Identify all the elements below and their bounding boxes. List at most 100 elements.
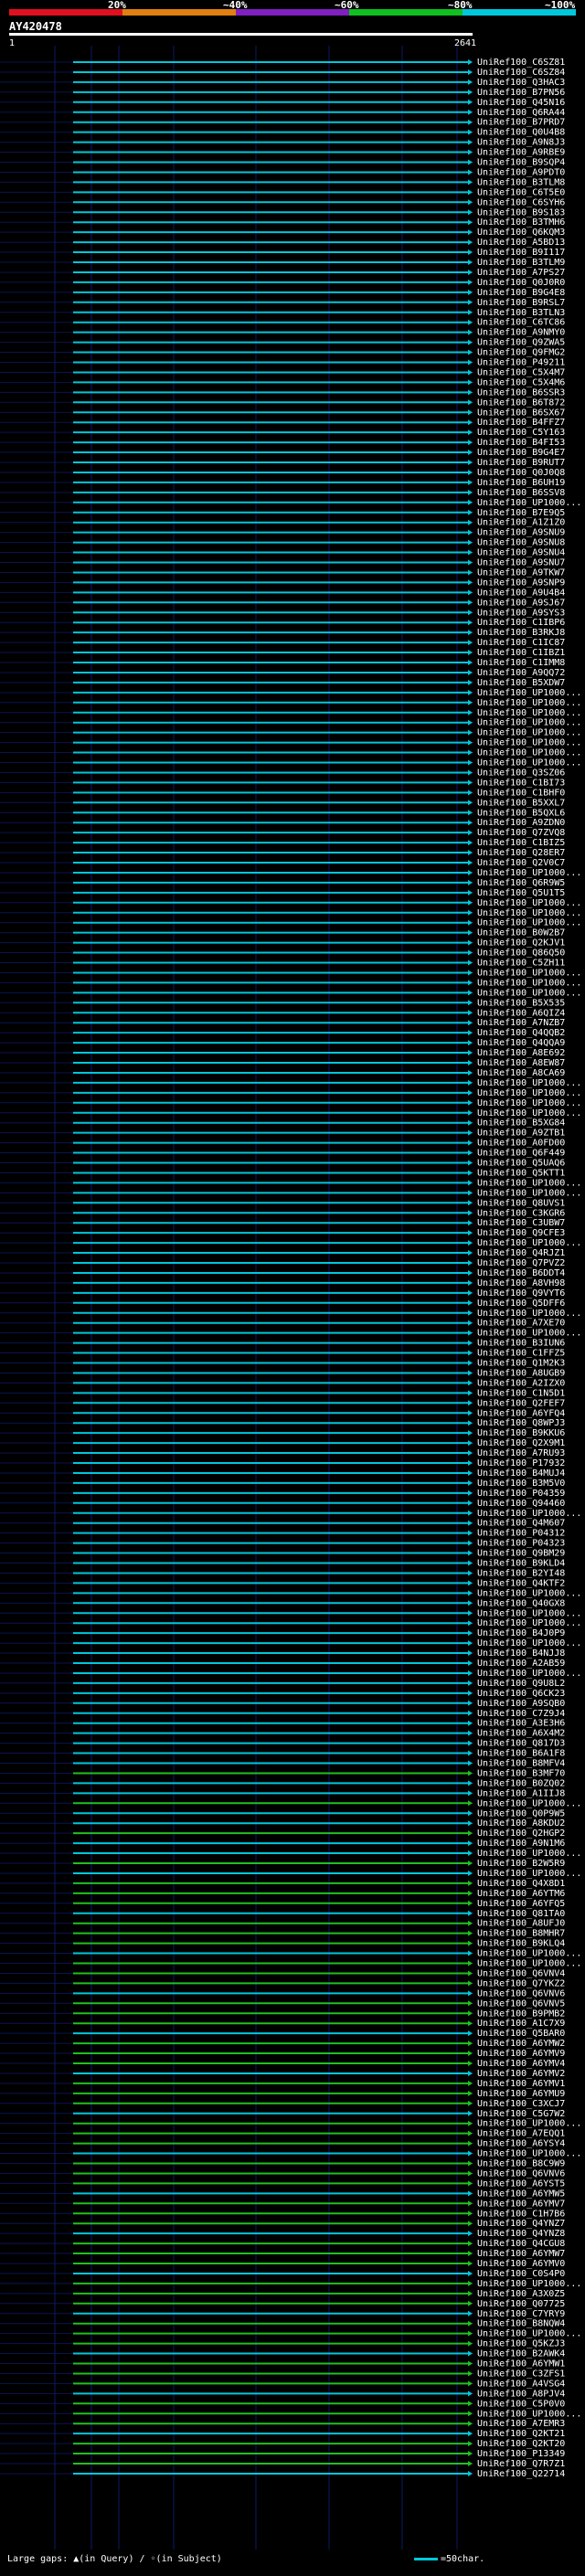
hit-accession-link[interactable]: UniRef100_Q4QQA9 <box>477 1038 565 1048</box>
hit-accession-link[interactable]: UniRef100_B9S183 <box>477 207 565 217</box>
hit-accession-link[interactable]: UniRef100_Q9FMG2 <box>477 348 565 358</box>
hit-accession-link[interactable]: UniRef100_A9PDT0 <box>477 167 565 177</box>
hit-accession-link[interactable]: UniRef100_UP1000... <box>477 868 581 878</box>
hit-accession-link[interactable]: UniRef100_B9KLQ4 <box>477 1939 565 1949</box>
hit-accession-link[interactable]: UniRef100_UP1000... <box>477 2119 581 2129</box>
hit-accession-link[interactable]: UniRef100_UP1000... <box>477 1638 581 1648</box>
hit-accession-link[interactable]: UniRef100_Q5DFF6 <box>477 1299 565 1309</box>
hit-accession-link[interactable]: UniRef100_A4VSG4 <box>477 2379 565 2389</box>
hit-accession-link[interactable]: UniRef100_UP1000... <box>477 698 581 708</box>
hit-accession-link[interactable]: UniRef100_UP1000... <box>477 708 581 718</box>
hit-accession-link[interactable]: UniRef100_C3KGR6 <box>477 1208 565 1218</box>
hit-accession-link[interactable]: UniRef100_A9N8J3 <box>477 138 565 148</box>
hit-accession-link[interactable]: UniRef100_Q22714 <box>477 2469 565 2479</box>
hit-accession-link[interactable]: UniRef100_Q4QQB2 <box>477 1028 565 1038</box>
hit-accession-link[interactable]: UniRef100_A1IIJ8 <box>477 1788 565 1798</box>
hit-accession-link[interactable]: UniRef100_UP1000... <box>477 1108 581 1118</box>
hit-accession-link[interactable]: UniRef100_C5Y163 <box>477 428 565 438</box>
hit-accession-link[interactable]: UniRef100_Q3HAC3 <box>477 78 565 88</box>
hit-accession-link[interactable]: UniRef100_Q0J0Q8 <box>477 468 565 478</box>
hit-accession-link[interactable]: UniRef100_UP1000... <box>477 498 581 508</box>
hit-accession-link[interactable]: UniRef100_UP1000... <box>477 1098 581 1108</box>
hit-accession-link[interactable]: UniRef100_A2AB59 <box>477 1659 565 1669</box>
hit-accession-link[interactable]: UniRef100_Q4YNZ7 <box>477 2219 565 2229</box>
hit-accession-link[interactable]: UniRef100_Q5KTT1 <box>477 1168 565 1178</box>
hit-accession-link[interactable]: UniRef100_Q8WPJ3 <box>477 1418 565 1428</box>
hit-accession-link[interactable]: UniRef100_B5QXL6 <box>477 808 565 818</box>
hit-accession-link[interactable]: UniRef100_UP1000... <box>477 1669 581 1679</box>
hit-accession-link[interactable]: UniRef100_UP1000... <box>477 918 581 928</box>
hit-accession-link[interactable]: UniRef100_A8KDU2 <box>477 1818 565 1829</box>
hit-accession-link[interactable]: UniRef100_A8VH98 <box>477 1278 565 1288</box>
hit-accession-link[interactable]: UniRef100_A6YMV7 <box>477 2199 565 2209</box>
hit-accession-link[interactable]: UniRef100_A9SJ67 <box>477 598 565 608</box>
hit-accession-link[interactable]: UniRef100_UP1000... <box>477 1608 581 1618</box>
hit-accession-link[interactable]: UniRef100_UP1000... <box>477 908 581 918</box>
hit-accession-link[interactable]: UniRef100_B8MFV4 <box>477 1759 565 1769</box>
hit-accession-link[interactable]: UniRef100_A8E692 <box>477 1048 565 1058</box>
hit-accession-link[interactable]: UniRef100_B3M5V0 <box>477 1479 565 1489</box>
hit-accession-link[interactable]: UniRef100_B9RUT7 <box>477 458 565 468</box>
hit-accession-link[interactable]: UniRef100_Q7R7Z1 <box>477 2459 565 2469</box>
hit-accession-link[interactable]: UniRef100_Q9VYT6 <box>477 1288 565 1299</box>
hit-accession-link[interactable]: UniRef100_A7NZB7 <box>477 1018 565 1028</box>
hit-accession-link[interactable]: UniRef100_Q07725 <box>477 2299 565 2309</box>
hit-accession-link[interactable]: UniRef100_C1BIZ5 <box>477 838 565 848</box>
hit-accession-link[interactable]: UniRef100_Q4M607 <box>477 1519 565 1529</box>
hit-accession-link[interactable]: UniRef100_B5XXL7 <box>477 798 565 808</box>
hit-accession-link[interactable]: UniRef100_A6YMU9 <box>477 2089 565 2099</box>
hit-accession-link[interactable]: UniRef100_UP1000... <box>477 1949 581 1959</box>
hit-accession-link[interactable]: UniRef100_B6SX67 <box>477 408 565 418</box>
hit-accession-link[interactable]: UniRef100_C3UBW7 <box>477 1218 565 1228</box>
hit-accession-link[interactable]: UniRef100_UP1000... <box>477 718 581 728</box>
hit-accession-link[interactable]: UniRef100_B4J0P9 <box>477 1628 565 1638</box>
hit-accession-link[interactable]: UniRef100_A6YTM6 <box>477 1889 565 1899</box>
hit-accession-link[interactable]: UniRef100_C1N5D1 <box>477 1388 565 1398</box>
hit-accession-link[interactable]: UniRef100_A8CA69 <box>477 1068 565 1078</box>
hit-accession-link[interactable]: UniRef100_UP1000... <box>477 1178 581 1188</box>
hit-accession-link[interactable]: UniRef100_Q81TA0 <box>477 1909 565 1919</box>
hit-accession-link[interactable]: UniRef100_B9KKU6 <box>477 1428 565 1438</box>
hit-accession-link[interactable]: UniRef100_C0S4P0 <box>477 2269 565 2279</box>
hit-accession-link[interactable]: UniRef100_UP1000... <box>477 1509 581 1519</box>
hit-accession-link[interactable]: UniRef100_A6YMV2 <box>477 2069 565 2079</box>
hit-accession-link[interactable]: UniRef100_C1IBZ1 <box>477 648 565 658</box>
hit-accession-link[interactable]: UniRef100_B5XG84 <box>477 1118 565 1129</box>
hit-accession-link[interactable]: UniRef100_A9U4B4 <box>477 588 565 598</box>
hit-accession-link[interactable]: UniRef100_Q6KQM3 <box>477 228 565 238</box>
hit-accession-link[interactable]: UniRef100_B6DDT4 <box>477 1268 565 1278</box>
hit-accession-link[interactable]: UniRef100_B0W2B7 <box>477 928 565 938</box>
hit-accession-link[interactable]: UniRef100_Q2KT20 <box>477 2439 565 2449</box>
hit-accession-link[interactable]: UniRef100_B6UH19 <box>477 478 565 488</box>
hit-accession-link[interactable]: UniRef100_B3TLM9 <box>477 258 565 268</box>
hit-accession-link[interactable]: UniRef100_UP1000... <box>477 2279 581 2289</box>
hit-accession-link[interactable]: UniRef100_UP1000... <box>477 1798 581 1808</box>
hit-accession-link[interactable]: UniRef100_A6YMW1 <box>477 2359 565 2369</box>
hit-accession-link[interactable]: UniRef100_B9I117 <box>477 248 565 258</box>
hit-accession-link[interactable]: UniRef100_A9SYS3 <box>477 608 565 618</box>
hit-accession-link[interactable]: UniRef100_B2AWK4 <box>477 2349 565 2359</box>
hit-accession-link[interactable]: UniRef100_A9ZTB1 <box>477 1129 565 1139</box>
hit-accession-link[interactable]: UniRef100_Q3SZ06 <box>477 768 565 778</box>
hit-accession-link[interactable]: UniRef100_UP1000... <box>477 1959 581 1969</box>
hit-accession-link[interactable]: UniRef100_UP1000... <box>477 738 581 748</box>
hit-accession-link[interactable]: UniRef100_P04312 <box>477 1529 565 1539</box>
hit-accession-link[interactable]: UniRef100_UP1000... <box>477 988 581 998</box>
hit-accession-link[interactable]: UniRef100_Q2FEF7 <box>477 1398 565 1408</box>
hit-accession-link[interactable]: UniRef100_Q5BAR0 <box>477 2029 565 2039</box>
hit-accession-link[interactable]: UniRef100_Q4X8D1 <box>477 1879 565 1889</box>
hit-accession-link[interactable]: UniRef100_C6SZ81 <box>477 58 565 68</box>
hit-accession-link[interactable]: UniRef100_A6YMW7 <box>477 2249 565 2259</box>
hit-accession-link[interactable]: UniRef100_A6QIZ4 <box>477 1008 565 1018</box>
hit-accession-link[interactable]: UniRef100_B7PRD7 <box>477 118 565 128</box>
hit-accession-link[interactable]: UniRef100_Q9BM29 <box>477 1549 565 1559</box>
hit-accession-link[interactable]: UniRef100_Q5UAQ6 <box>477 1159 565 1169</box>
hit-accession-link[interactable]: UniRef100_UP1000... <box>477 1238 581 1248</box>
hit-accession-link[interactable]: UniRef100_B5XDW7 <box>477 678 565 688</box>
hit-accession-link[interactable]: UniRef100_A6YMV4 <box>477 2059 565 2069</box>
hit-accession-link[interactable]: UniRef100_C7Z9J4 <box>477 1709 565 1719</box>
hit-accession-link[interactable]: UniRef100_B9PMB2 <box>477 2009 565 2019</box>
hit-accession-link[interactable]: UniRef100_C5G7W2 <box>477 2109 565 2119</box>
hit-accession-link[interactable]: UniRef100_Q817D3 <box>477 1739 565 1749</box>
hit-accession-link[interactable]: UniRef100_P17932 <box>477 1458 565 1468</box>
